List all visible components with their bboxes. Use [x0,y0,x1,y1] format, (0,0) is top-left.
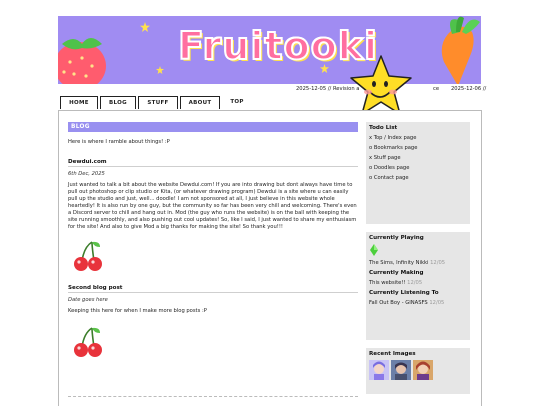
star-sparkle-icon [140,22,150,32]
blog-intro: Here is where I ramble about things! :P [68,139,170,145]
post-date: 6th Dec, 2025 [68,171,105,177]
todo-item: x Top / Index page [369,135,417,141]
post-date: Date goes here [68,297,108,303]
blog-main: BLOG Here is where I ramble about things… [68,122,358,359]
ticker-item: 2025-12-06 // [451,86,487,92]
listening-date: 12/05 [429,300,445,306]
ticker-item: ce [433,86,440,92]
update-ticker: 2025-12-05 // Revision a ce 2025-12-06 /… [58,84,486,94]
recent-image-thumb[interactable] [391,360,411,380]
tab-stuff[interactable]: STUFF [138,96,178,109]
recent-image-thumb[interactable] [413,360,433,380]
todo-title: Todo List [369,125,398,131]
making-value: This website!! [369,280,406,286]
recent-image-thumb[interactable] [369,360,389,380]
tab-top[interactable]: TOP [222,96,252,108]
post-title: Second blog post [68,285,358,293]
todo-item: o Contact page [369,175,409,181]
post-body: Just wanted to talk a bit about the webs… [68,182,357,230]
todo-item: x Stuff page [369,155,401,161]
recent-images-title: Recent Images [369,351,416,357]
star-sparkle-icon [156,66,164,74]
listening-value: Fall Out Boy - GINASFS [369,300,428,306]
plumbob-icon [370,244,378,256]
todo-item: o Doodles page [369,165,410,171]
recent-images: Recent Images [366,348,470,394]
listening-title: Currently Listening To [369,290,439,296]
status-panel: Currently Playing The Sims, Infinity Nik… [366,232,470,340]
site-banner: Fruitooki [58,16,481,84]
sidebar: Todo List x Top / Index page o Bookmarks… [366,122,470,394]
playing-value: The Sims, Infinity Nikki [369,260,429,266]
playing-date: 12/05 [430,260,446,266]
carrot-decoration [441,16,480,84]
cherry-icon [74,327,102,357]
todo-list: Todo List x Top / Index page o Bookmarks… [366,122,470,224]
playing-title: Currently Playing [369,235,424,241]
ticker-item: 2025-12-05 // Revision a [296,86,360,92]
strawberry-decoration [58,38,106,84]
making-date: 12/05 [407,280,423,286]
todo-item: o Bookmarks page [369,145,418,151]
cherry-icon [74,241,102,271]
tab-blog[interactable]: BLOG [100,96,136,109]
post-body: Keeping this here for when I make more b… [68,308,207,314]
divider [68,396,358,397]
section-title: BLOG [68,122,358,132]
making-title: Currently Making [369,270,424,276]
post-title: Dewdui.com [68,159,358,167]
tab-home[interactable]: HOME [60,96,98,109]
tab-about[interactable]: ABOUT [180,96,220,109]
